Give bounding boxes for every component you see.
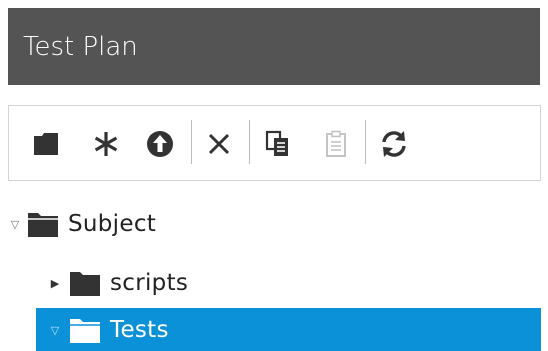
collapse-caret-icon[interactable]: ▶ xyxy=(48,277,62,290)
folder-open-icon xyxy=(28,213,58,237)
paste-button[interactable] xyxy=(319,124,353,164)
paste-icon xyxy=(326,130,346,157)
page-title: Test Plan xyxy=(23,31,138,62)
new-test-button[interactable] xyxy=(89,124,123,164)
tree-node-tests[interactable]: ▽ Tests xyxy=(48,312,169,348)
arrow-up-circle-icon xyxy=(147,131,173,157)
tree-node-label: Tests xyxy=(110,317,169,343)
copy-icon xyxy=(265,130,288,156)
folder-icon xyxy=(34,133,58,155)
upload-button[interactable] xyxy=(143,124,177,164)
close-icon xyxy=(208,133,230,155)
copy-button[interactable] xyxy=(261,124,295,164)
toolbar-separator xyxy=(249,120,250,164)
toolbar-separator xyxy=(191,120,192,164)
expand-caret-icon[interactable]: ▽ xyxy=(48,324,62,337)
toolbar-separator xyxy=(365,120,366,164)
tree-node-label: scripts xyxy=(110,270,189,296)
folder-open-icon xyxy=(70,319,100,343)
refresh-icon xyxy=(382,131,406,157)
page-header: Test Plan xyxy=(8,8,540,85)
refresh-button[interactable] xyxy=(377,124,411,164)
new-folder-button[interactable] xyxy=(29,124,63,164)
folder-icon xyxy=(70,272,100,296)
asterisk-icon xyxy=(94,132,118,156)
tree-node-subject[interactable]: ▽ Subject xyxy=(8,206,156,242)
tree-node-scripts[interactable]: ▶ scripts xyxy=(48,265,188,301)
toolbar xyxy=(8,105,541,181)
tree-node-label: Subject xyxy=(68,211,157,237)
expand-caret-icon[interactable]: ▽ xyxy=(8,218,22,231)
delete-button[interactable] xyxy=(202,124,236,164)
